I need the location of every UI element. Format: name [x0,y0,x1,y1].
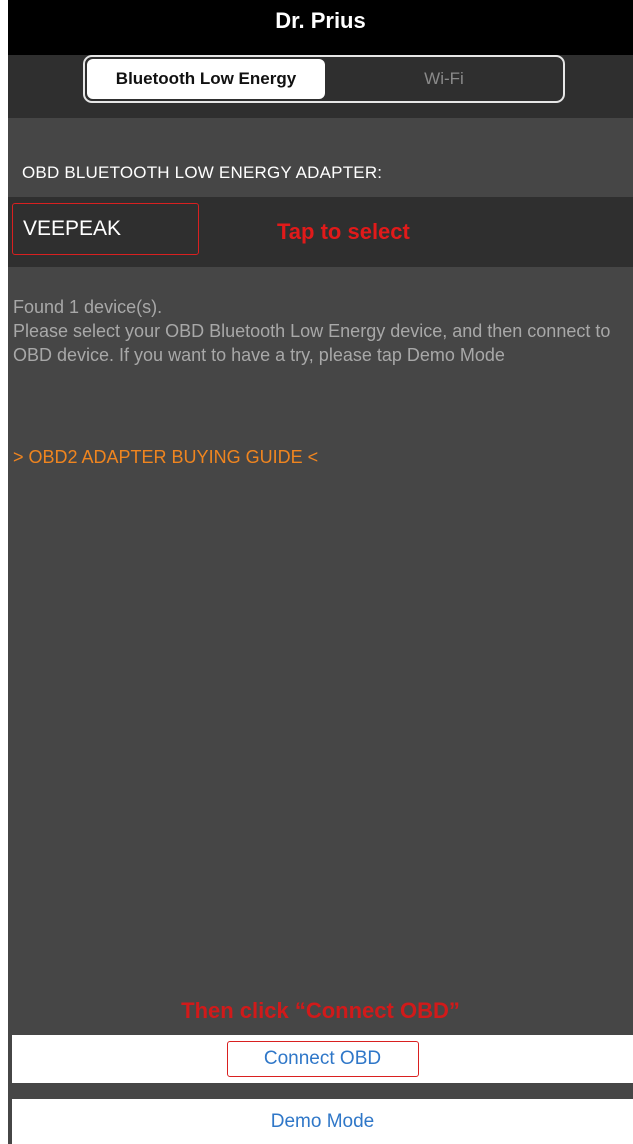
buying-guide-link[interactable]: > OBD2 ADAPTER BUYING GUIDE < [13,447,318,468]
app-screen: Dr. Prius Bluetooth Low Energy Wi-Fi OBD… [8,0,633,1144]
device-info-text: Found 1 device(s). Please select your OB… [13,295,631,367]
connect-obd-row: Connect OBD [12,1035,633,1083]
demo-mode-button[interactable]: Demo Mode [256,1104,390,1140]
page-title: Dr. Prius [8,0,633,55]
adapter-section-header: OBD BLUETOOTH LOW ENERGY ADAPTER: [22,163,383,182]
instructions-text: Please select your OBD Bluetooth Low Ene… [13,321,611,365]
connection-type-segmented-control: Bluetooth Low Energy Wi-Fi [83,55,565,103]
demo-mode-row: Demo Mode [12,1099,633,1144]
segment-bluetooth-low-energy[interactable]: Bluetooth Low Energy [87,59,325,99]
connect-obd-button[interactable]: Connect OBD [226,1041,419,1077]
connect-obd-annotation: Then click “Connect OBD” [181,998,460,1023]
tap-to-select-annotation: Tap to select [277,219,410,244]
found-devices-text: Found 1 device(s). [13,297,163,317]
adapter-device-selector[interactable]: VEEPEAK [12,203,199,255]
segment-wifi[interactable]: Wi-Fi [325,57,563,101]
adapter-row: VEEPEAK Tap to select [8,197,633,267]
connection-type-bar: Bluetooth Low Energy Wi-Fi [8,55,633,118]
